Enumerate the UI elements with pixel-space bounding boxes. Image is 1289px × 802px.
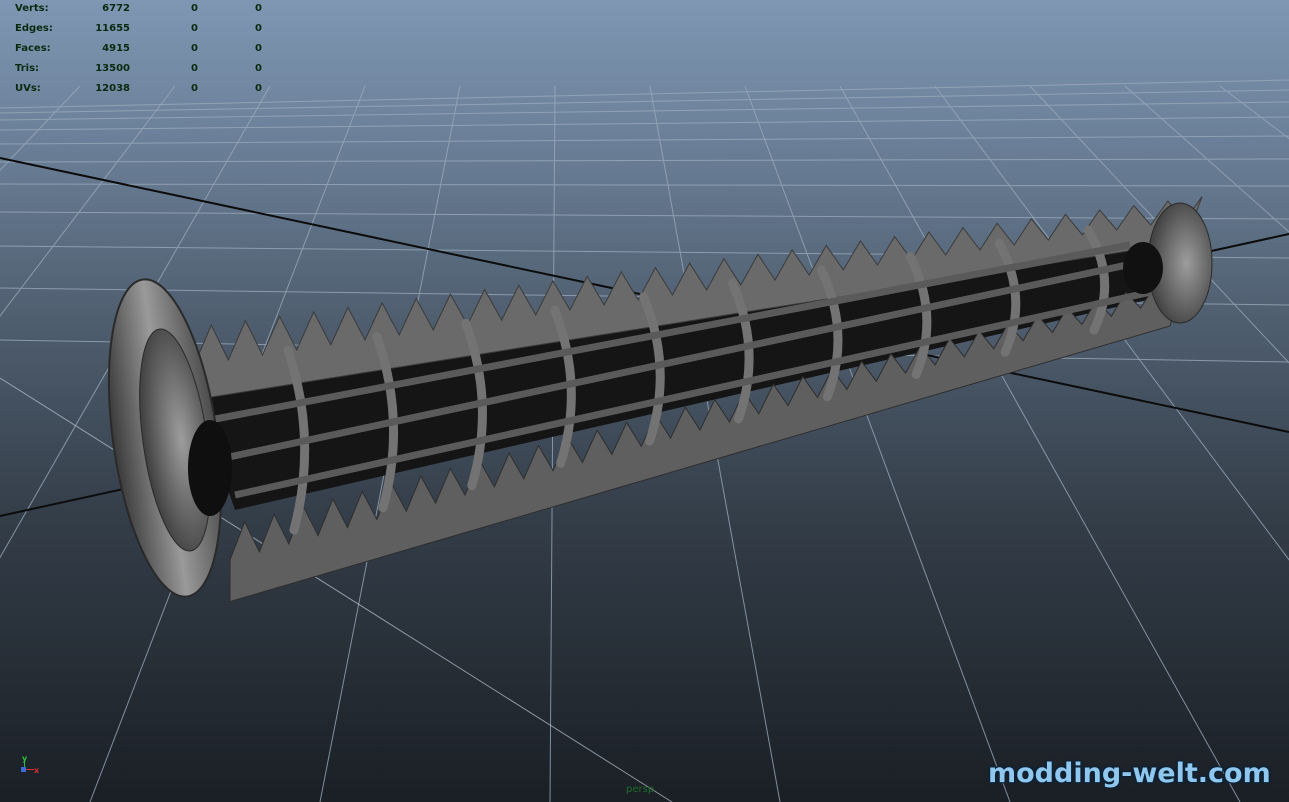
scene-canvas[interactable] [0,0,1289,802]
grid-line [934,85,1289,561]
drum-end-hole-left [188,420,232,516]
grid-line [549,85,556,802]
grid-line [744,85,1011,802]
axis-z-marker [21,767,26,772]
hud-stat-value: 12038 [95,83,130,94]
hud-row: Faces: 4915 0 0 [0,40,280,58]
grid-line [1219,85,1289,140]
hud-stat-label: Verts: [15,3,49,14]
grid-line [0,101,1289,121]
hud-row: Edges: 11655 0 0 [0,20,280,38]
hud-stat-component: 0 [255,23,262,34]
grid-line [1124,85,1289,233]
hud-stat-selected: 0 [191,63,198,74]
hud-stat-component: 0 [255,83,262,94]
axis-y-label: y [22,754,28,763]
hud-stat-label: Tris: [15,63,40,74]
hud-stat-component: 0 [255,3,262,14]
hud-stat-selected: 0 [191,23,198,34]
axis-x-line [25,769,34,770]
hud-row: UVs: 12038 0 0 [0,80,280,98]
hud-row: Verts: 6772 0 0 [0,0,280,18]
hud-stat-value: 13500 [95,63,130,74]
grid-line [1029,85,1289,364]
hud-row: Tris: 13500 0 0 [0,60,280,78]
grid-line [839,85,1241,802]
hud-stat-value: 6772 [102,3,130,14]
grid-line [0,158,1289,163]
hud-stat-label: UVs: [15,83,41,94]
view-axis-indicator: y x [18,754,44,780]
hud-stat-component: 0 [255,63,262,74]
camera-name-label: persp [626,784,655,795]
hud-stat-selected: 0 [191,83,198,94]
3d-viewport[interactable]: Verts: 6772 0 0 Edges: 11655 0 0 Faces: 4915 0 0 Tri… [0,0,1289,802]
grid-line [0,85,81,171]
grid-line [0,183,1289,187]
hud-stat-value: 11655 [95,23,130,34]
drum-model[interactable] [91,196,1213,604]
hud-stat-value: 4915 [102,43,130,54]
axis-x-label: x [34,766,40,775]
hud-stat-component: 0 [255,43,262,54]
grid-line [0,116,1289,131]
grid-line [0,135,1289,145]
hud-stat-selected: 0 [191,3,198,14]
hud-stat-label: Faces: [15,43,51,54]
hud-stat-label: Edges: [15,23,53,34]
hud-stat-selected: 0 [191,43,198,54]
watermark-logo: modding-welt.com [988,758,1271,789]
drum-end-hole-right [1123,242,1163,294]
